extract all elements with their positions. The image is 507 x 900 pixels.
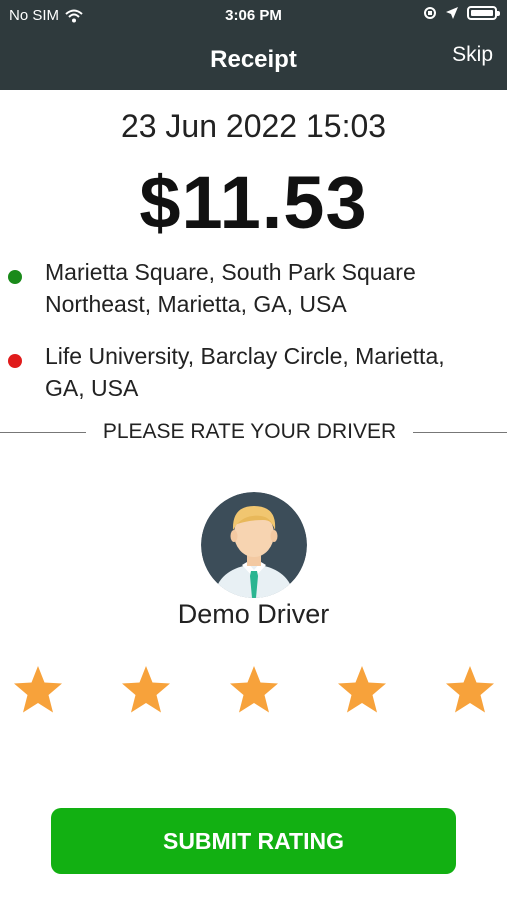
app-header: No SIM 3:06 PM Receipt Skip	[0, 0, 507, 90]
location-arrow-icon	[446, 7, 458, 19]
star-icon[interactable]	[120, 664, 172, 716]
submit-rating-button[interactable]: SUBMIT RATING	[51, 808, 456, 874]
star-icon[interactable]	[444, 664, 496, 716]
star-rating	[0, 664, 507, 716]
dropoff-address: Life University, Barclay Circle, Mariett…	[45, 343, 445, 401]
status-icons	[423, 6, 500, 20]
dropoff-dot-icon	[8, 354, 22, 368]
driver-name: Demo Driver	[177, 599, 330, 629]
skip-button[interactable]: Skip	[452, 43, 493, 67]
driver-avatar-icon	[201, 492, 307, 598]
page-title: Receipt	[210, 46, 297, 73]
rate-driver-heading: PLEASE RATE YOUR DRIVER	[102, 420, 397, 443]
divider-left	[0, 432, 86, 433]
pickup-address: Marietta Square, South Park Square North…	[45, 259, 416, 317]
receipt-amount: $11.53	[139, 161, 368, 244]
receipt-datetime: 23 Jun 2022 15:03	[120, 108, 387, 144]
star-icon[interactable]	[12, 664, 64, 716]
star-icon[interactable]	[336, 664, 388, 716]
orientation-lock-icon	[424, 7, 436, 19]
star-icon[interactable]	[228, 664, 280, 716]
pickup-dot-icon	[8, 270, 22, 284]
status-bar: No SIM 3:06 PM	[0, 0, 507, 34]
battery-icon	[467, 6, 500, 20]
divider-right	[413, 432, 507, 433]
